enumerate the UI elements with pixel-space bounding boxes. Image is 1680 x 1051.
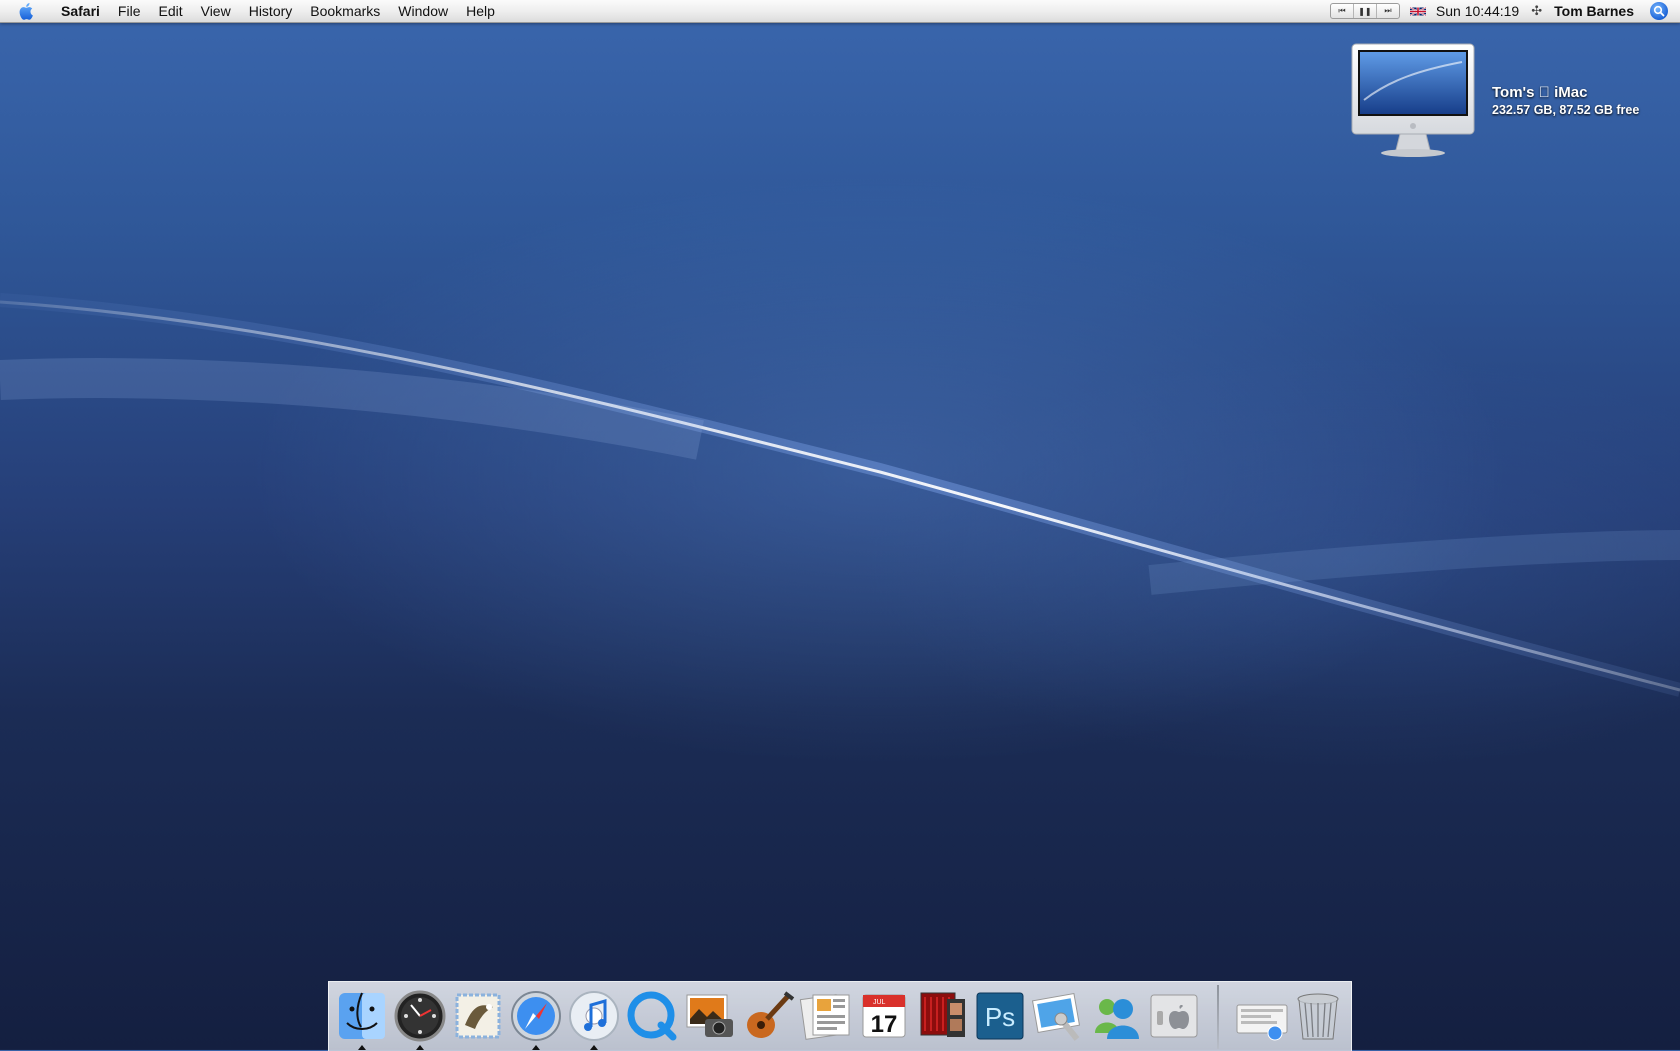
dock: JUL 17 Ps <box>328 981 1352 1051</box>
pages-icon[interactable] <box>799 989 853 1043</box>
desktop-volume[interactable]: Tom's  iMac 232.57 GB, 87.52 GB free <box>1350 40 1670 165</box>
itunes-icon[interactable] <box>567 989 621 1050</box>
menu-bookmarks[interactable]: Bookmarks <box>301 0 389 22</box>
trash-icon[interactable] <box>1291 989 1345 1043</box>
running-indicator <box>590 1045 598 1050</box>
volume-info: 232.57 GB, 87.52 GB free <box>1492 103 1640 117</box>
volume-name: Tom's  iMac <box>1492 84 1587 101</box>
menu-bar-left: Safari File Edit View History Bookmarks … <box>0 0 504 22</box>
running-indicator <box>416 1045 424 1050</box>
running-indicator <box>532 1045 540 1050</box>
menu-window[interactable]: Window <box>389 0 457 22</box>
mail-icon[interactable] <box>451 989 505 1043</box>
menu-edit[interactable]: Edit <box>149 0 191 22</box>
messenger-icon[interactable] <box>1089 989 1143 1043</box>
apple-icon[interactable] <box>12 2 42 20</box>
safari-icon[interactable] <box>509 989 563 1050</box>
fast-user-switch-name[interactable]: Tom Barnes <box>1554 3 1634 19</box>
dock-separator <box>1217 985 1219 1049</box>
ical-icon[interactable]: JUL 17 <box>857 989 911 1043</box>
menu-view[interactable]: View <box>192 0 240 22</box>
apple-icon:  <box>1539 84 1550 101</box>
app-menu-safari[interactable]: Safari <box>52 0 109 22</box>
running-indicator <box>358 1045 366 1050</box>
menu-help[interactable]: Help <box>457 0 504 22</box>
menu-clock[interactable]: Sun 10:44:19 <box>1436 3 1519 19</box>
preview-icon[interactable] <box>1031 989 1085 1043</box>
imac-icon[interactable] <box>1350 40 1476 160</box>
iphoto-icon[interactable] <box>683 989 737 1043</box>
menu-history[interactable]: History <box>240 0 302 22</box>
spotlight-search-icon[interactable] <box>1650 2 1668 20</box>
volume-name-prefix: Tom's <box>1492 84 1535 101</box>
volume-name-suffix: iMac <box>1538 84 1587 101</box>
downloads-stack-icon[interactable] <box>1235 989 1289 1043</box>
itunes-controls: ⏮ ❚❚ ⏭ <box>1329 3 1400 19</box>
photoshop-label: Ps <box>985 1002 1015 1032</box>
network-icon[interactable]: ✣ <box>1531 3 1542 19</box>
next-track-icon[interactable]: ⏭ <box>1377 4 1399 18</box>
dashboard-icon[interactable] <box>393 989 447 1050</box>
menu-file[interactable]: File <box>109 0 150 22</box>
menu-bar: Safari File Edit View History Bookmarks … <box>0 0 1680 23</box>
quicktime-icon[interactable] <box>625 989 679 1043</box>
pause-icon[interactable]: ❚❚ <box>1354 4 1377 18</box>
menu-bar-extras: ⏮ ❚❚ ⏭ Sun 10:44:19 ✣ Tom Barnes <box>1329 0 1680 22</box>
finder-icon[interactable] <box>335 989 389 1050</box>
ical-month: JUL <box>873 999 886 1006</box>
ical-day: 17 <box>871 1011 898 1038</box>
front-row-icon[interactable] <box>915 989 969 1043</box>
uk-flag-icon[interactable] <box>1409 6 1426 17</box>
photoshop-icon[interactable]: Ps <box>973 989 1027 1043</box>
previous-track-icon[interactable]: ⏮ <box>1331 4 1354 18</box>
garageband-icon[interactable] <box>741 989 795 1043</box>
system-preferences-icon[interactable] <box>1147 989 1201 1043</box>
